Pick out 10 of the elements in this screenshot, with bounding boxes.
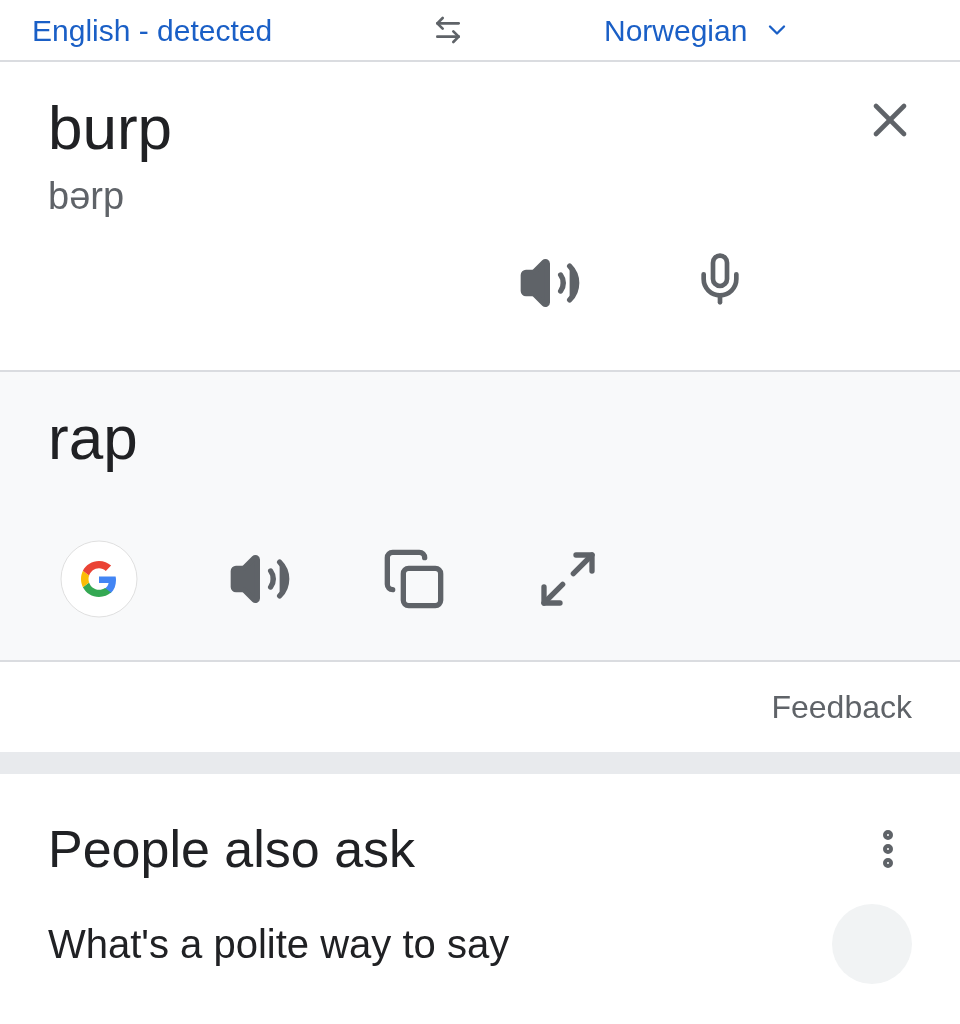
translation-text: rap	[48, 402, 139, 474]
target-language[interactable]: Norwegian	[604, 7, 748, 53]
input-text[interactable]: burp	[48, 92, 173, 164]
pronunciation: bərp	[48, 174, 126, 219]
section-title: People also ask	[48, 819, 416, 880]
google-logo-icon[interactable]	[60, 540, 138, 618]
source-language[interactable]: English - detected	[32, 7, 432, 53]
feedback-link[interactable]: Feedback	[771, 683, 912, 731]
question-text[interactable]: What's a polite way to say	[48, 914, 510, 974]
copy-icon[interactable]	[382, 547, 446, 611]
